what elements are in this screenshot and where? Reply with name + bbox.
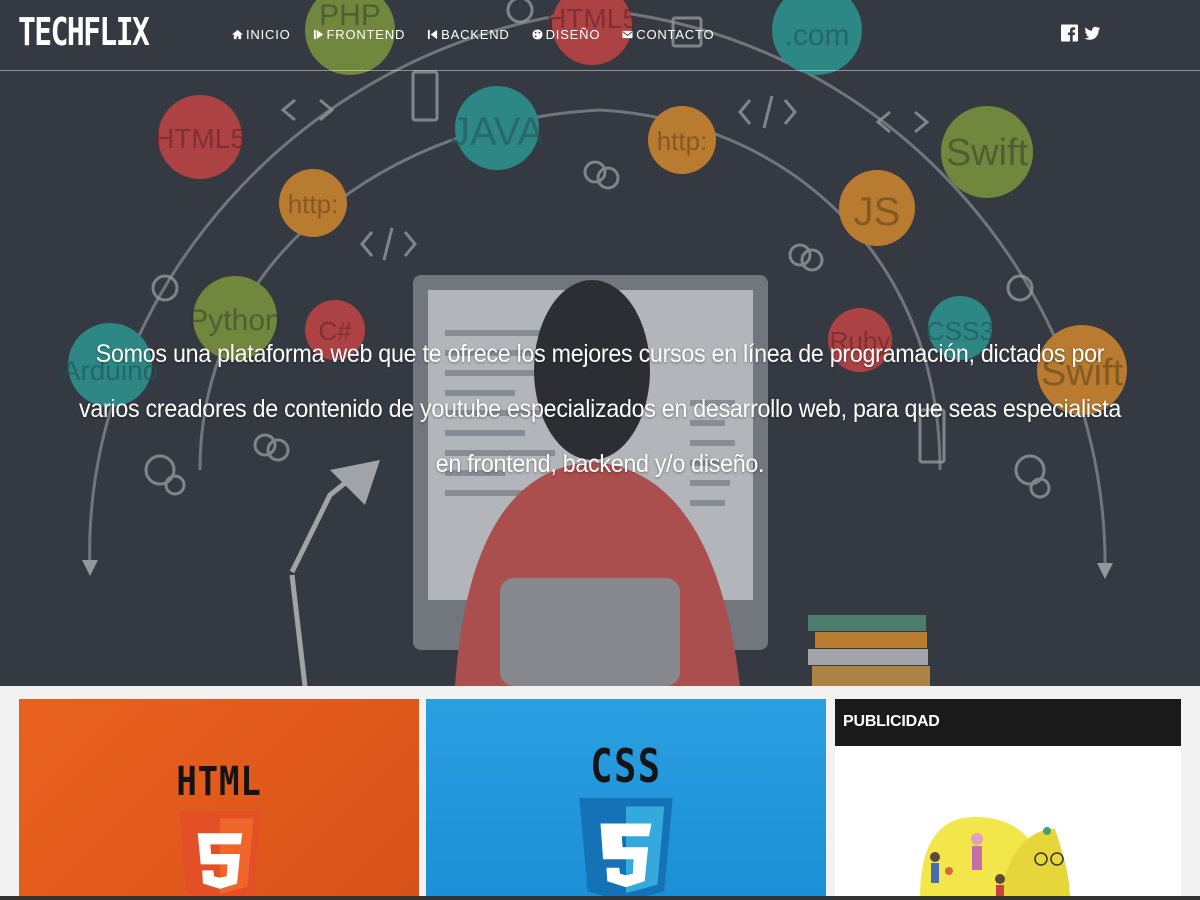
css3-shield-icon [579, 798, 673, 900]
back-icon [428, 29, 438, 40]
bottom-edge-bar [0, 896, 1200, 900]
hero-banner: PHP HTML5 .com HTML5 JAVA http: Swift ht… [0, 0, 1200, 686]
home-icon [232, 29, 243, 40]
twitter-icon[interactable] [1084, 23, 1101, 43]
nav-item-contacto[interactable]: CONTACTO [622, 27, 714, 42]
nav-item-label: DISEÑO [545, 27, 601, 42]
top-navbar: TECHFLIX INICIO FRONTEND BACKEND DISEÑO … [0, 0, 1200, 71]
ad-banner-image[interactable] [915, 809, 1075, 900]
nav-item-label: FRONTEND [326, 27, 406, 42]
nav-item-inicio[interactable]: INICIO [232, 27, 291, 42]
course-card-html[interactable]: HTML [19, 699, 419, 900]
nav-links: INICIO FRONTEND BACKEND DISEÑO CONTACTO [232, 27, 714, 42]
nav-item-label: INICIO [246, 27, 291, 42]
nav-item-label: CONTACTO [636, 27, 715, 42]
sidebar-title: PUBLICIDAD [835, 699, 1181, 746]
facebook-icon[interactable] [1061, 23, 1078, 43]
course-card-css[interactable]: CSS [426, 699, 826, 900]
site-logo[interactable]: TECHFLIX [18, 10, 150, 54]
social-links [1061, 23, 1101, 43]
html5-shield-icon [179, 811, 261, 900]
nav-item-label: BACKEND [441, 27, 510, 42]
nav-item-backend[interactable]: BACKEND [427, 27, 509, 42]
envelope-icon [622, 30, 633, 39]
ad-sidebar: PUBLICIDAD [835, 699, 1181, 900]
card-title: CSS [590, 739, 662, 793]
card-title: HTML [176, 759, 262, 805]
play-icon [313, 29, 323, 40]
nav-item-diseno[interactable]: DISEÑO [532, 27, 601, 42]
hero-description: Somos una plataforma web que te ofrece l… [78, 340, 1121, 478]
nav-item-frontend[interactable]: FRONTEND [313, 27, 406, 42]
palette-icon [532, 29, 543, 40]
